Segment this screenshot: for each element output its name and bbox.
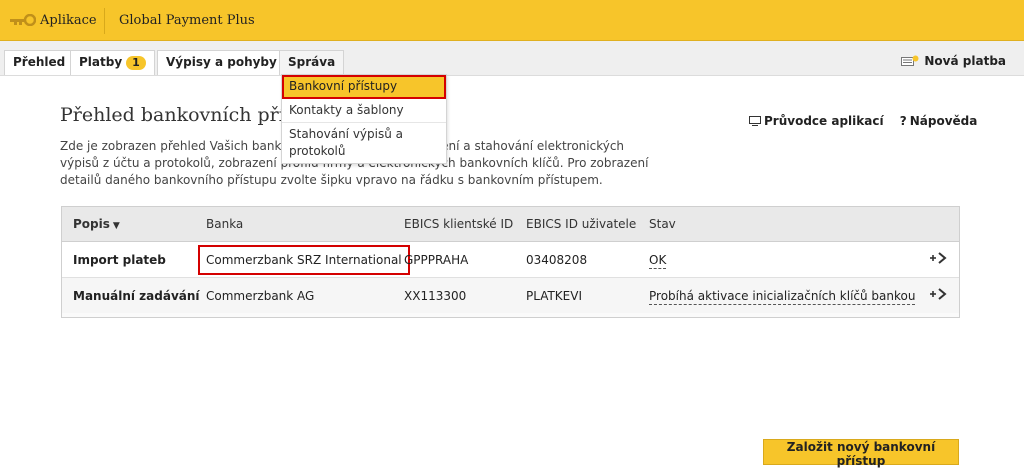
cell-stav: OK [649,241,919,278]
column-header-banka: Banka [206,207,404,242]
create-bank-access-button[interactable]: Založit nový bankovní přístup [763,439,959,468]
detail-arrow-icon[interactable] [929,287,949,301]
cell-actions [919,277,959,313]
tab-vypisy[interactable]: Výpisy a pohyby [157,50,286,75]
app-guide-link[interactable]: Průvodce aplikací [749,114,888,128]
cell-actions [919,241,959,278]
help-label: Nápověda [909,114,978,128]
bank-access-table: Popis ▼ Banka EBICS klientské ID EBICS ID… [61,206,960,318]
table-row[interactable]: Import plateb Commerzbank SRZ Internatio… [62,241,959,278]
top-bar: Aplikace Global Payment Plus [0,0,1024,41]
menu-item-statement-download[interactable]: Stahování výpisů a protokolů [282,123,446,163]
column-header-actions [919,207,959,242]
new-payment-link[interactable]: Nová platba [901,54,1006,68]
menu-item-contacts-templates[interactable]: Kontakty a šablony [282,99,446,123]
status-text: Probíhá aktivace inicializačních klíčů b… [649,288,916,305]
app-menu[interactable]: Aplikace [40,13,97,28]
product-name: Global Payment Plus [119,13,255,28]
tab-sprava[interactable]: Správa [279,50,345,75]
menu-item-bank-access[interactable]: Bankovní přístupy [282,75,446,99]
topbar-divider [104,8,105,34]
tab-label: Výpisy a pohyby [166,55,277,69]
tab-label: Platby [79,55,123,69]
column-header-popis[interactable]: Popis ▼ [62,207,206,242]
cell-banka: Commerzbank SRZ International [198,241,410,278]
new-payment-label: Nová platba [924,54,1006,68]
cell-user-id: PLATKEVI [526,277,649,313]
cell-stav: Probíhá aktivace inicializačních klíčů b… [649,277,919,313]
count-badge: 1 [126,56,146,70]
detail-arrow-icon[interactable] [929,251,949,265]
new-payment-icon [901,55,919,66]
tab-prehled[interactable]: Přehled [4,50,75,75]
cell-banka: Commerzbank AG [206,277,404,313]
table-row[interactable]: Manuální zadávání Commerzbank AG XX11330… [62,277,959,313]
cell-user-id: 03408208 [526,241,649,278]
sprava-dropdown-menu: Bankovní přístupy Kontakty a šablony Sta… [281,74,447,164]
cell-client-id: XX113300 [404,277,526,313]
column-header-label: Popis [73,217,110,231]
nav-bar: Přehled Platby 1 Výpisy a pohyby Správa N… [0,41,1024,76]
column-header-user-id: EBICS ID uživatele [526,207,649,242]
highlighted-bank-name: Commerzbank SRZ International [198,244,410,275]
cell-popis: Import plateb [62,241,206,278]
key-icon [10,14,36,26]
monitor-icon [749,116,761,126]
question-icon: ? [899,114,907,128]
status-text: OK [649,252,667,269]
cell-popis: Manuální zadávání [62,277,206,313]
cell-client-id: GPPPRAHA [404,241,526,278]
tab-label: Přehled [13,55,66,69]
tab-label: Správa [288,55,336,69]
help-link[interactable]: ? Nápověda [888,114,978,128]
sort-down-icon: ▼ [112,221,120,231]
help-links: Průvodce aplikací ? Nápověda [749,114,977,128]
app-guide-label: Průvodce aplikací [764,114,884,128]
column-header-stav: Stav [649,207,919,242]
column-header-client-id: EBICS klientské ID [404,207,526,242]
tab-platby[interactable]: Platby 1 [70,50,155,75]
